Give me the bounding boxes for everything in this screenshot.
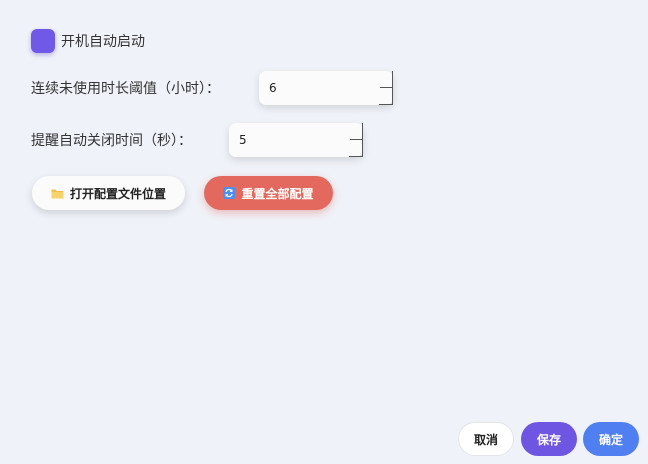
unused-threshold-label: 连续未使用时长阈值（小时）： (31, 81, 220, 97)
reset-all-config-button[interactable]: 重置全部配置 (204, 176, 333, 210)
folder-icon (51, 188, 64, 199)
ok-button[interactable]: 确定 (583, 422, 639, 456)
refresh-icon (223, 187, 236, 199)
settings-page: 开机自动启动 连续未使用时长阈值（小时）： 提醒自动关闭时间（秒）： (0, 0, 648, 464)
spin-down-button[interactable] (379, 88, 393, 105)
auto-close-label: 提醒自动关闭时间（秒）： (31, 133, 192, 149)
cancel-button[interactable]: 取消 (458, 422, 514, 456)
autostart-row[interactable]: 开机自动启动 (31, 29, 145, 53)
auto-close-row: 提醒自动关闭时间（秒）： (31, 123, 363, 157)
autostart-label: 开机自动启动 (61, 34, 145, 50)
auto-close-input[interactable] (229, 123, 339, 157)
spin-buttons (349, 123, 363, 157)
open-config-location-button[interactable]: 打开配置文件位置 (32, 176, 185, 210)
save-button[interactable]: 保存 (521, 422, 577, 456)
unused-threshold-input[interactable] (259, 71, 369, 105)
open-config-label: 打开配置文件位置 (69, 186, 166, 201)
spin-down-button[interactable] (349, 140, 363, 157)
spin-up-button[interactable] (379, 71, 393, 88)
autostart-checkbox[interactable] (31, 29, 55, 53)
spin-up-button[interactable] (349, 123, 363, 140)
spin-buttons (379, 71, 393, 105)
unused-threshold-spinbox[interactable] (259, 71, 393, 105)
unused-threshold-row: 连续未使用时长阈值（小时）： (31, 71, 393, 105)
auto-close-spinbox[interactable] (229, 123, 363, 157)
reset-label: 重置全部配置 (241, 186, 314, 201)
